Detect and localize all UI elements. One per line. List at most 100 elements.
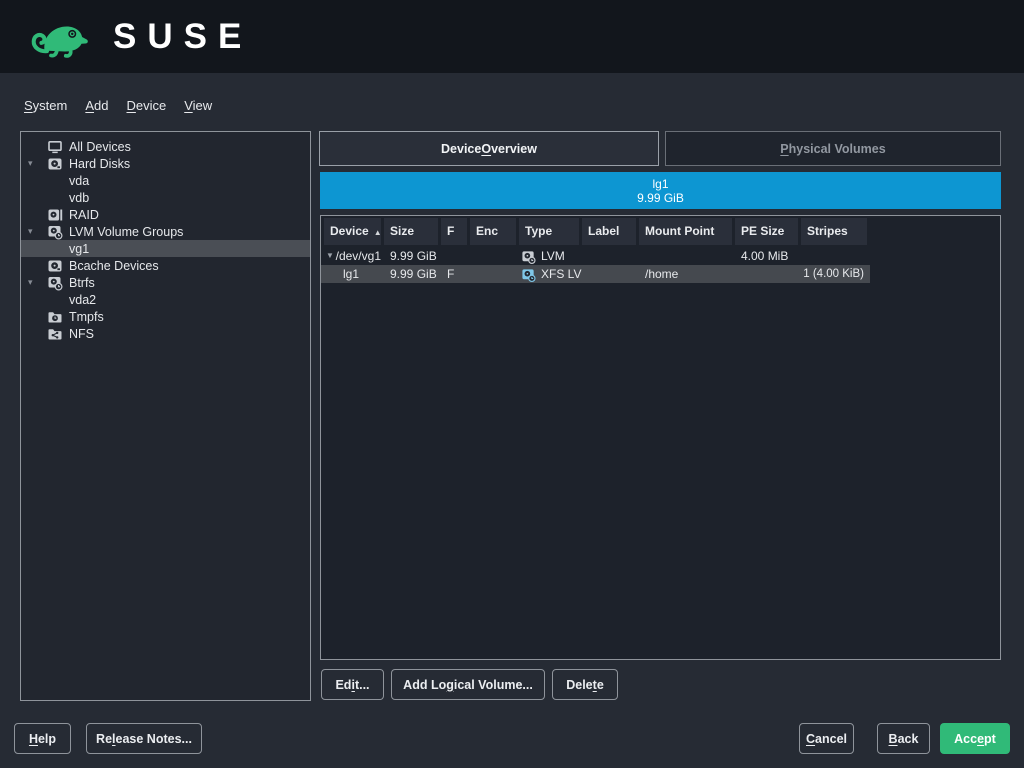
icon-spacer <box>47 190 69 206</box>
menu-bar: System Add Device View <box>0 73 1024 137</box>
sidebar-item-btrfs[interactable]: ▾ Btrfs <box>21 274 310 291</box>
cell-device: ▼/dev/vg1 <box>324 247 381 265</box>
monitor-icon <box>47 139 69 155</box>
cell-size: 9.99 GiB <box>384 265 438 283</box>
lvm-icon <box>521 249 536 264</box>
sidebar-item-label: vdb <box>69 191 89 205</box>
sidebar-item-vda2[interactable]: vda2 <box>21 291 310 308</box>
brand-bar: SUSE <box>0 0 1024 73</box>
sidebar-item-label: RAID <box>69 208 99 222</box>
column-header-enc[interactable]: Enc <box>470 218 516 245</box>
lvm-icon <box>47 224 69 240</box>
sidebar-item-label: vda2 <box>69 293 96 307</box>
device-tree: All Devices ▾ Hard Disks vda vdb RAID ▾ LVM Vol… <box>21 138 310 342</box>
sidebar-item-label: Hard Disks <box>69 157 130 171</box>
sidebar-item-nfs[interactable]: NFS <box>21 325 310 342</box>
help-button[interactable]: Help <box>14 723 71 754</box>
cell-device: lg1 <box>324 265 381 283</box>
tab-physical-volumes[interactable]: Physical Volumes <box>665 131 1001 166</box>
sort-ascending-icon: ▲ <box>374 228 382 237</box>
cell-stripes <box>801 247 867 265</box>
sidebar-item-label: NFS <box>69 327 94 341</box>
device-table-header: Device▲SizeFEncTypeLabelMount PointPE Si… <box>321 216 1000 245</box>
sidebar-item-raid[interactable]: RAID <box>21 206 310 223</box>
cell-stripes: 1 (4.00 KiB) <box>801 265 867 283</box>
table-row-lg1[interactable]: lg19.99 GiBF XFS LV/home 1 (4.00 KiB) <box>321 265 870 283</box>
raid-icon <box>47 207 69 223</box>
sidebar-item-label: Tmpfs <box>69 310 104 324</box>
cell-mount_point: /home <box>639 265 732 283</box>
sidebar-item-label: LVM Volume Groups <box>69 225 183 239</box>
tab-device-overview[interactable]: Device Overview <box>319 131 659 166</box>
device-banner: lg1 9.99 GiB <box>320 172 1001 209</box>
sidebar-item-label: vda <box>69 174 89 188</box>
device-table: Device▲SizeFEncTypeLabelMount PointPE Si… <box>320 215 1001 660</box>
yast-expert-partitioner-window: SUSE System Add Device View All Devices▾… <box>0 0 1024 768</box>
column-header-label[interactable]: Label <box>582 218 636 245</box>
sidebar-item-vg1[interactable]: vg1 <box>21 240 310 257</box>
cell-type: XFS LV <box>519 265 579 283</box>
sidebar-item-lvm-volume-groups[interactable]: ▾ LVM Volume Groups <box>21 223 310 240</box>
cell-enc <box>470 247 516 265</box>
disk-icon <box>47 258 69 274</box>
accept-button[interactable]: Accept <box>940 723 1010 754</box>
icon-spacer <box>47 241 69 257</box>
icon-spacer <box>47 173 69 189</box>
cancel-button[interactable]: Cancel <box>799 723 854 754</box>
sidebar-item-tmpfs[interactable]: Tmpfs <box>21 308 310 325</box>
device-banner-title: lg1 <box>652 177 668 191</box>
menu-view[interactable]: View <box>184 98 212 113</box>
folder-clock-icon <box>47 309 69 325</box>
cell-size: 9.99 GiB <box>384 247 438 265</box>
menu-device[interactable]: Device <box>126 98 166 113</box>
brand-text: SUSE <box>113 11 252 63</box>
column-header-type[interactable]: Type <box>519 218 579 245</box>
delete-button[interactable]: Delete <box>552 669 618 700</box>
device-banner-size: 9.99 GiB <box>637 191 684 205</box>
release-notes-button[interactable]: Release Notes... <box>86 723 202 754</box>
menu-system[interactable]: System <box>24 98 67 113</box>
sidebar-item-vdb[interactable]: vdb <box>21 189 310 206</box>
cell-f: F <box>441 265 467 283</box>
folder-share-icon <box>47 326 69 342</box>
cell-enc <box>470 265 516 283</box>
lvm-icon <box>47 275 69 291</box>
column-header-size[interactable]: Size <box>384 218 438 245</box>
sidebar-item-all-devices[interactable]: All Devices <box>21 138 310 155</box>
expander-icon[interactable]: ▾ <box>28 223 47 240</box>
sidebar-item-label: Btrfs <box>69 276 95 290</box>
icon-spacer <box>47 292 69 308</box>
device-table-body: ▼/dev/vg19.99 GiBLVM4.00 MiBlg19.99 GiBF… <box>321 247 1000 283</box>
column-header-mount_point[interactable]: Mount Point <box>639 218 732 245</box>
expander-icon[interactable]: ▾ <box>28 155 47 172</box>
suse-chameleon-icon <box>26 12 100 62</box>
cell-label <box>582 265 636 283</box>
table-row--dev-vg1[interactable]: ▼/dev/vg19.99 GiB LVM 4.00 MiB <box>321 247 870 265</box>
sidebar-item-label: All Devices <box>69 140 131 154</box>
row-expander-icon[interactable]: ▼ <box>326 247 336 265</box>
sidebar-item-hard-disks[interactable]: ▾ Hard Disks <box>21 155 310 172</box>
cell-label <box>582 247 636 265</box>
disk-icon <box>47 156 69 172</box>
cell-pe_size <box>735 265 798 283</box>
column-header-f[interactable]: F <box>441 218 467 245</box>
sidebar-item-bcache-devices[interactable]: Bcache Devices <box>21 257 310 274</box>
sidebar-item-vda[interactable]: vda <box>21 172 310 189</box>
lvm-icon <box>521 267 536 282</box>
cell-pe_size: 4.00 MiB <box>735 247 798 265</box>
menu-add[interactable]: Add <box>85 98 108 113</box>
back-button[interactable]: Back <box>877 723 930 754</box>
column-header-pe_size[interactable]: PE Size <box>735 218 798 245</box>
device-tree-panel: All Devices ▾ Hard Disks vda vdb RAID ▾ LVM Vol… <box>20 131 311 701</box>
cell-type: LVM <box>519 247 579 265</box>
cell-mount_point <box>639 247 732 265</box>
expander-icon[interactable]: ▾ <box>28 274 47 291</box>
sidebar-item-label: Bcache Devices <box>69 259 159 273</box>
column-header-stripes[interactable]: Stripes <box>801 218 867 245</box>
column-header-device[interactable]: Device▲ <box>324 218 381 245</box>
sidebar-item-label: vg1 <box>69 242 89 256</box>
add-logical-volume-button[interactable]: Add Logical Volume... <box>391 669 545 700</box>
edit-button[interactable]: Edit... <box>321 669 384 700</box>
cell-f <box>441 247 467 265</box>
suse-logo: SUSE <box>26 11 252 63</box>
